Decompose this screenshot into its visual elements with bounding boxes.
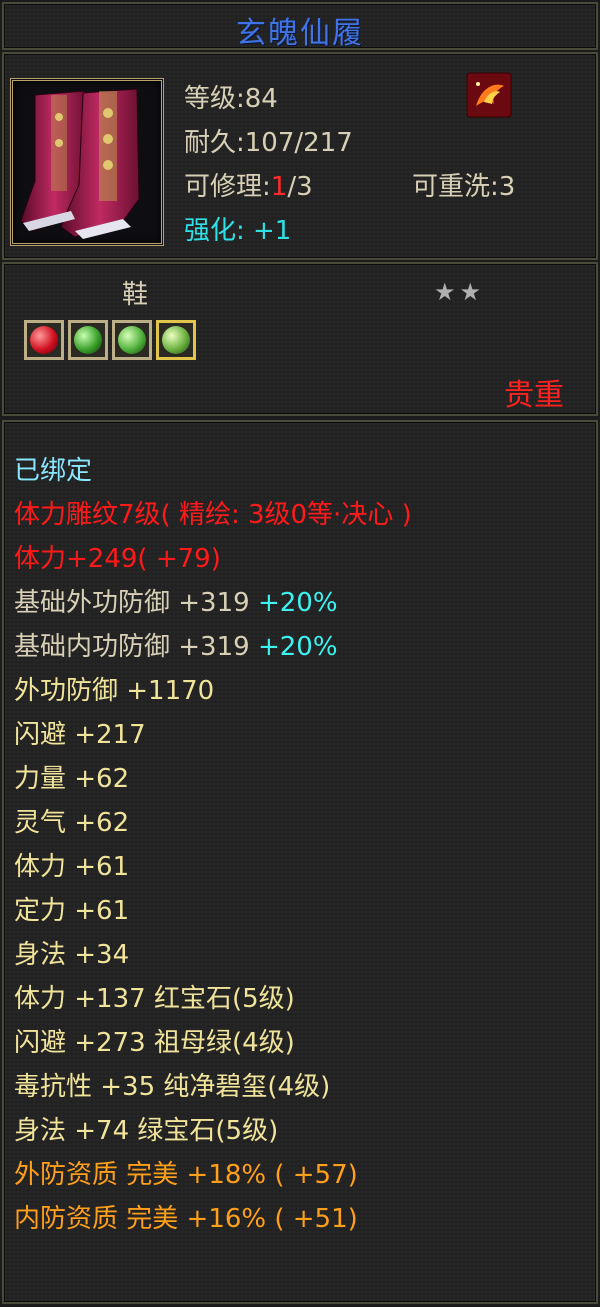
item-rewash: 可重洗:3	[412, 172, 516, 202]
slot-type: 鞋	[122, 280, 149, 310]
green-gem-icon	[74, 326, 102, 354]
repair-current: 1	[270, 172, 288, 202]
attributes-panel: 已绑定 体力雕纹7级( 精绘: 3级0等·决心 ) 体力+249( +79) 基…	[2, 420, 598, 1304]
repair-label: 可修理:	[184, 172, 271, 202]
gem-agility: 身法 +74 绿宝石(5级)	[14, 1116, 279, 1146]
inner-defense-quality: 内防资质 完美 +16% ( +51)	[14, 1204, 358, 1234]
item-level: 等级:84	[184, 84, 278, 114]
item-portrait	[10, 78, 164, 246]
gem-socket	[68, 320, 108, 360]
base-outer-defense-value: 基础外功防御 +319	[14, 588, 250, 618]
green-gem-icon	[162, 326, 190, 354]
item-repair: 可修理:1/3	[184, 166, 313, 203]
green-gem-icon	[118, 326, 146, 354]
focus: 定力 +61	[14, 896, 130, 926]
strength: 力量 +62	[14, 764, 130, 794]
outer-defense: 外功防御 +1170	[14, 676, 215, 706]
stamina: 体力 +61	[14, 852, 130, 882]
base-inner-defense-value: 基础内功防御 +319	[14, 632, 250, 662]
pink-boots-icon	[20, 88, 140, 239]
item-strengthen: 强化: +1	[184, 216, 292, 246]
gem-stamina: 体力 +137 红宝石(5级)	[14, 984, 295, 1014]
agility: 身法 +34	[14, 940, 130, 970]
red-gem-icon	[30, 326, 58, 354]
rarity-label: 贵重	[504, 378, 564, 413]
base-inner-defense-pct: +20%	[257, 632, 338, 662]
base-outer-defense: 基础外功防御 +319 +20%	[14, 582, 338, 619]
gem-socket	[156, 320, 196, 360]
dodge: 闪避 +217	[14, 720, 146, 750]
base-inner-defense: 基础内功防御 +319 +20%	[14, 626, 338, 663]
base-outer-defense-pct: +20%	[257, 588, 338, 618]
star-rating: ★★	[434, 278, 486, 306]
phoenix-emblem-icon	[466, 72, 512, 118]
item-name: 玄魄仙履	[236, 16, 364, 51]
gem-dodge: 闪避 +273 祖母绿(4级)	[14, 1028, 295, 1058]
engrave-stat: 体力+249( +79)	[14, 544, 221, 574]
item-info-panel: 等级:84 耐久:107/217 可修理:1/3 可重洗:3 强化: +1	[2, 52, 598, 260]
spirit: 灵气 +62	[14, 808, 130, 838]
gem-sockets	[24, 320, 196, 360]
slot-panel: 鞋 ★★ 贵重	[2, 262, 598, 416]
repair-total: /3	[287, 172, 313, 202]
bound-status: 已绑定	[14, 456, 93, 486]
item-durability: 耐久:107/217	[184, 128, 353, 158]
gem-socket	[24, 320, 64, 360]
outer-defense-quality: 外防资质 完美 +18% ( +57)	[14, 1160, 358, 1190]
gem-poison-resist: 毒抗性 +35 纯净碧玺(4级)	[14, 1072, 331, 1102]
title-bar: 玄魄仙履	[2, 2, 598, 51]
gem-socket	[112, 320, 152, 360]
engrave-line: 体力雕纹7级( 精绘: 3级0等·决心 )	[14, 500, 412, 530]
